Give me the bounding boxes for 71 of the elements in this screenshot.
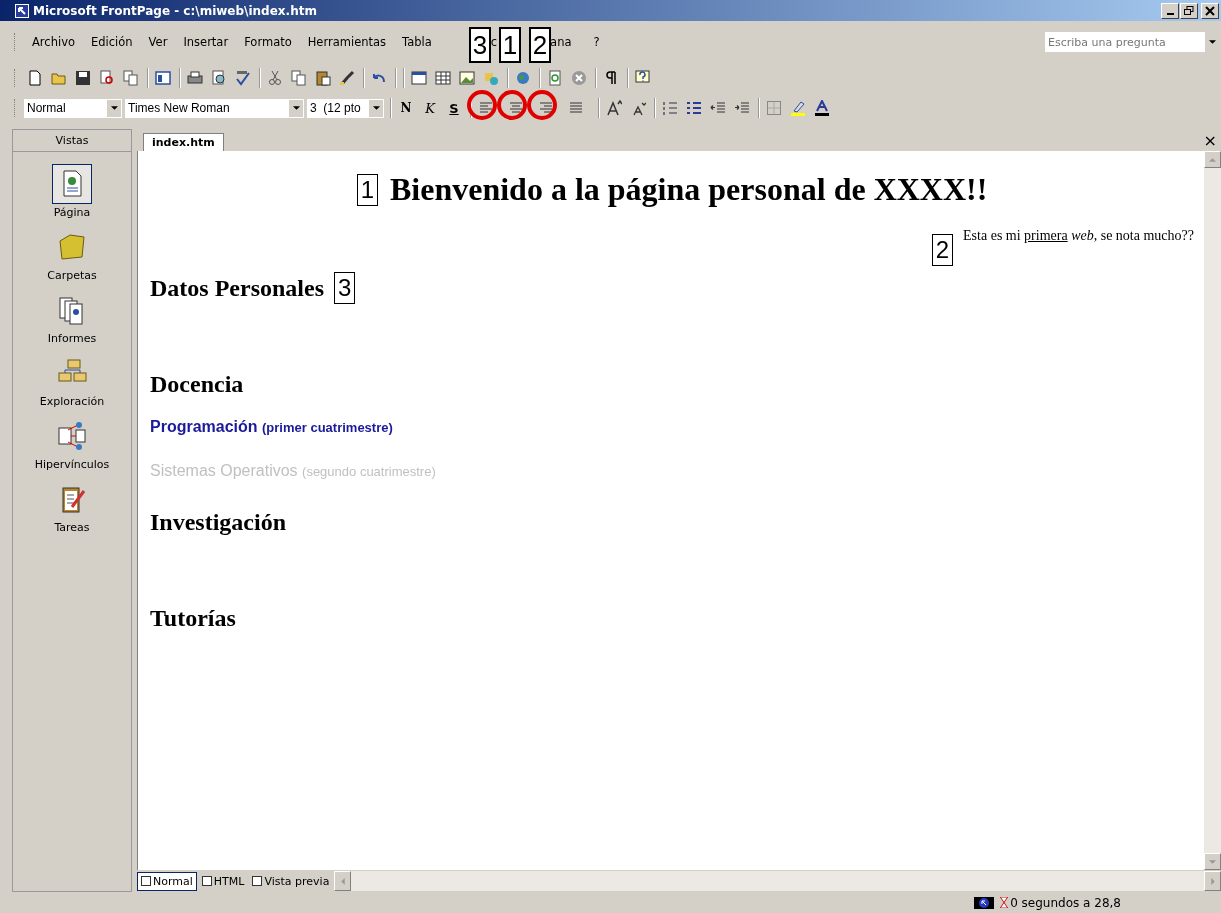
- caret-icon: [292, 106, 300, 110]
- callout-label: 3: [469, 27, 491, 63]
- menu-item[interactable]: Herramientas: [299, 35, 395, 49]
- view-mode-icon: [141, 876, 151, 886]
- menu-item[interactable]: Tabla: [394, 35, 440, 49]
- close-icon: [1205, 5, 1215, 16]
- vertical-scrollbar[interactable]: [1204, 151, 1221, 870]
- callout-label: 3: [334, 272, 356, 304]
- section-heading: Datos Personales: [150, 274, 324, 302]
- view-label[interactable]: Carpetas: [47, 269, 97, 282]
- menu-item[interactable]: c: [490, 35, 498, 49]
- callout-label: 2: [529, 27, 551, 63]
- font-dropdown[interactable]: Times New Roman: [125, 98, 304, 118]
- hourglass-icon: [1000, 897, 1009, 908]
- callout-circle: [527, 90, 557, 120]
- section-heading: Tutorías: [150, 604, 236, 632]
- document-tab[interactable]: index.htm: [143, 133, 224, 151]
- italic-button[interactable]: K: [419, 97, 441, 119]
- callout-label: 1: [499, 27, 521, 63]
- view-label[interactable]: Tareas: [54, 521, 90, 534]
- menu-item[interactable]: Insertar: [175, 35, 237, 49]
- view-label[interactable]: Página: [53, 206, 91, 219]
- left-arrow-icon: [340, 877, 345, 885]
- callout-circle: [467, 90, 497, 120]
- view-label[interactable]: Exploración: [39, 395, 105, 408]
- horizontal-scrollbar[interactable]: [334, 871, 1221, 891]
- right-arrow-icon: [1210, 877, 1215, 885]
- view-mode-icon: [252, 876, 263, 886]
- callout-circle: [497, 90, 527, 120]
- menu-item[interactable]: Formato: [236, 35, 300, 49]
- caret-icon: [1208, 40, 1216, 44]
- download-time: 0 segundos a 28,8: [1010, 895, 1121, 910]
- caret-icon: [372, 106, 380, 110]
- question-field[interactable]: Escriba una pregunta: [1045, 32, 1219, 52]
- size-dropdown[interactable]: 3 (12 pto: [307, 98, 384, 118]
- menu-item[interactable]: Ver: [140, 35, 176, 49]
- minimize-button[interactable]: [1161, 2, 1179, 19]
- bold-button[interactable]: N: [395, 97, 417, 119]
- close-document-button[interactable]: ×: [1203, 130, 1221, 150]
- section-heading: Investigación: [150, 508, 286, 536]
- minimize-icon: [1166, 13, 1174, 15]
- up-arrow-icon: [1209, 157, 1216, 162]
- page-icon[interactable]: [52, 164, 92, 204]
- status-icon: [974, 896, 995, 909]
- callout-label: 1: [356, 173, 378, 206]
- window-title: Microsoft FrontPage - c:\miweb\index.htm: [33, 3, 317, 18]
- restore-button[interactable]: [1180, 2, 1198, 19]
- view-mode-tab[interactable]: Normal: [137, 871, 197, 891]
- page-title: Bienvenido a la página personal de XXXX!!: [390, 171, 988, 208]
- view-mode-tab[interactable]: HTML: [198, 872, 248, 890]
- menu-item[interactable]: ?: [585, 35, 608, 49]
- app-icon: [14, 2, 30, 19]
- course-entry: Sistemas Operativos (segundo cuatrimestre): [150, 462, 436, 480]
- restore-icon: [1184, 5, 1194, 16]
- view-label[interactable]: Informes: [47, 332, 97, 345]
- intro-sentence: Esta es mi primera web, se nota mucho??: [963, 228, 1194, 244]
- section-heading: Docencia: [150, 370, 244, 398]
- view-mode-tab[interactable]: Vista previa: [249, 872, 333, 890]
- menu-item[interactable]: Edición: [83, 35, 141, 49]
- view-label[interactable]: Hipervínculos: [34, 458, 110, 471]
- down-arrow-icon: [1209, 859, 1216, 864]
- close-button[interactable]: [1201, 2, 1219, 19]
- callout-label: 2: [931, 234, 954, 266]
- underline-button[interactable]: S: [443, 97, 465, 119]
- view-mode-icon: [201, 876, 212, 886]
- views-header: Vistas: [13, 130, 131, 152]
- menu-item[interactable]: Archivo: [24, 35, 83, 49]
- caret-icon: [110, 106, 118, 110]
- menu-item[interactable]: ana: [550, 35, 580, 49]
- style-dropdown[interactable]: Normal: [24, 98, 122, 118]
- course-entry: Programación (primer cuatrimestre): [150, 418, 393, 436]
